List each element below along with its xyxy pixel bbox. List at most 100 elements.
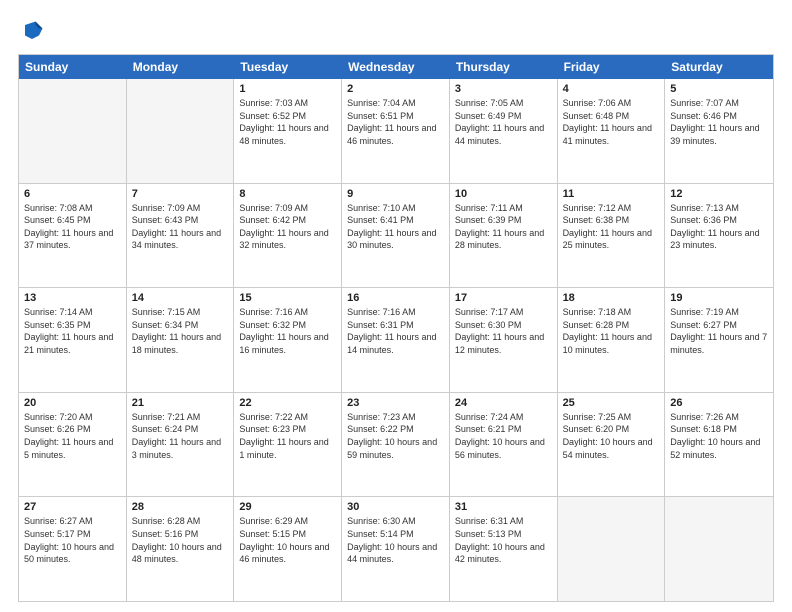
- day-info: Sunrise: 7:11 AM Sunset: 6:39 PM Dayligh…: [455, 202, 552, 252]
- weekday-header: Wednesday: [342, 55, 450, 79]
- day-number: 3: [455, 83, 552, 95]
- day-cell: 17 Sunrise: 7:17 AM Sunset: 6:30 PM Dayli…: [450, 288, 558, 392]
- day-info: Sunrise: 7:14 AM Sunset: 6:35 PM Dayligh…: [24, 306, 121, 356]
- day-number: 4: [563, 83, 660, 95]
- weekday-header: Thursday: [450, 55, 558, 79]
- day-number: 9: [347, 188, 444, 200]
- day-cell: 16 Sunrise: 7:16 AM Sunset: 6:31 PM Dayli…: [342, 288, 450, 392]
- day-number: 22: [239, 397, 336, 409]
- empty-cell: [19, 79, 127, 183]
- weekday-header: Monday: [127, 55, 235, 79]
- day-number: 29: [239, 501, 336, 513]
- day-cell: 19 Sunrise: 7:19 AM Sunset: 6:27 PM Dayli…: [665, 288, 773, 392]
- day-info: Sunrise: 7:15 AM Sunset: 6:34 PM Dayligh…: [132, 306, 229, 356]
- day-number: 21: [132, 397, 229, 409]
- day-info: Sunrise: 6:27 AM Sunset: 5:17 PM Dayligh…: [24, 515, 121, 565]
- day-number: 12: [670, 188, 768, 200]
- day-info: Sunrise: 7:18 AM Sunset: 6:28 PM Dayligh…: [563, 306, 660, 356]
- day-info: Sunrise: 7:20 AM Sunset: 6:26 PM Dayligh…: [24, 411, 121, 461]
- day-info: Sunrise: 7:12 AM Sunset: 6:38 PM Dayligh…: [563, 202, 660, 252]
- calendar-row: 1 Sunrise: 7:03 AM Sunset: 6:52 PM Daylig…: [19, 79, 773, 184]
- day-number: 14: [132, 292, 229, 304]
- day-info: Sunrise: 7:17 AM Sunset: 6:30 PM Dayligh…: [455, 306, 552, 356]
- day-number: 20: [24, 397, 121, 409]
- calendar-row: 13 Sunrise: 7:14 AM Sunset: 6:35 PM Dayli…: [19, 288, 773, 393]
- day-number: 7: [132, 188, 229, 200]
- day-number: 11: [563, 188, 660, 200]
- day-cell: 8Sunrise: 7:09 AM Sunset: 6:42 PM Daylig…: [234, 184, 342, 288]
- day-cell: 10 Sunrise: 7:11 AM Sunset: 6:39 PM Dayli…: [450, 184, 558, 288]
- day-cell: 25 Sunrise: 7:25 AM Sunset: 6:20 PM Dayli…: [558, 393, 666, 497]
- calendar: SundayMondayTuesdayWednesdayThursdayFrid…: [18, 54, 774, 602]
- day-cell: 29Sunrise: 6:29 AM Sunset: 5:15 PM Dayli…: [234, 497, 342, 601]
- day-number: 23: [347, 397, 444, 409]
- day-number: 18: [563, 292, 660, 304]
- logo: [18, 18, 50, 46]
- day-number: 6: [24, 188, 121, 200]
- day-info: Sunrise: 7:25 AM Sunset: 6:20 PM Dayligh…: [563, 411, 660, 461]
- day-cell: 15 Sunrise: 7:16 AM Sunset: 6:32 PM Dayli…: [234, 288, 342, 392]
- day-cell: 2Sunrise: 7:04 AM Sunset: 6:51 PM Daylig…: [342, 79, 450, 183]
- day-info: Sunrise: 7:16 AM Sunset: 6:32 PM Dayligh…: [239, 306, 336, 356]
- day-cell: 26Sunrise: 7:26 AM Sunset: 6:18 PM Dayli…: [665, 393, 773, 497]
- day-number: 31: [455, 501, 552, 513]
- day-info: Sunrise: 7:26 AM Sunset: 6:18 PM Dayligh…: [670, 411, 768, 461]
- day-cell: 4 Sunrise: 7:06 AM Sunset: 6:48 PM Daylig…: [558, 79, 666, 183]
- weekday-header: Saturday: [665, 55, 773, 79]
- day-cell: 27 Sunrise: 6:27 AM Sunset: 5:17 PM Dayli…: [19, 497, 127, 601]
- day-info: Sunrise: 6:30 AM Sunset: 5:14 PM Dayligh…: [347, 515, 444, 565]
- day-cell: 21 Sunrise: 7:21 AM Sunset: 6:24 PM Dayli…: [127, 393, 235, 497]
- day-cell: 13 Sunrise: 7:14 AM Sunset: 6:35 PM Dayli…: [19, 288, 127, 392]
- day-number: 1: [239, 83, 336, 95]
- day-number: 17: [455, 292, 552, 304]
- empty-cell: [127, 79, 235, 183]
- day-cell: 30 Sunrise: 6:30 AM Sunset: 5:14 PM Dayli…: [342, 497, 450, 601]
- day-number: 8: [239, 188, 336, 200]
- calendar-header: SundayMondayTuesdayWednesdayThursdayFrid…: [19, 55, 773, 79]
- day-cell: 6 Sunrise: 7:08 AM Sunset: 6:45 PM Daylig…: [19, 184, 127, 288]
- day-cell: 24Sunrise: 7:24 AM Sunset: 6:21 PM Dayli…: [450, 393, 558, 497]
- day-info: Sunrise: 7:21 AM Sunset: 6:24 PM Dayligh…: [132, 411, 229, 461]
- day-info: Sunrise: 7:23 AM Sunset: 6:22 PM Dayligh…: [347, 411, 444, 461]
- day-number: 5: [670, 83, 768, 95]
- calendar-row: 27 Sunrise: 6:27 AM Sunset: 5:17 PM Dayli…: [19, 497, 773, 601]
- day-number: 30: [347, 501, 444, 513]
- weekday-header: Tuesday: [234, 55, 342, 79]
- day-info: Sunrise: 7:16 AM Sunset: 6:31 PM Dayligh…: [347, 306, 444, 356]
- header: [18, 18, 774, 46]
- day-cell: 3 Sunrise: 7:05 AM Sunset: 6:49 PM Daylig…: [450, 79, 558, 183]
- day-cell: 12 Sunrise: 7:13 AM Sunset: 6:36 PM Dayli…: [665, 184, 773, 288]
- day-number: 15: [239, 292, 336, 304]
- day-info: Sunrise: 7:07 AM Sunset: 6:46 PM Dayligh…: [670, 97, 768, 147]
- day-info: Sunrise: 7:03 AM Sunset: 6:52 PM Dayligh…: [239, 97, 336, 147]
- day-cell: 28Sunrise: 6:28 AM Sunset: 5:16 PM Dayli…: [127, 497, 235, 601]
- day-info: Sunrise: 7:06 AM Sunset: 6:48 PM Dayligh…: [563, 97, 660, 147]
- day-info: Sunrise: 7:09 AM Sunset: 6:43 PM Dayligh…: [132, 202, 229, 252]
- weekday-header: Friday: [558, 55, 666, 79]
- day-info: Sunrise: 7:24 AM Sunset: 6:21 PM Dayligh…: [455, 411, 552, 461]
- day-info: Sunrise: 6:28 AM Sunset: 5:16 PM Dayligh…: [132, 515, 229, 565]
- day-number: 10: [455, 188, 552, 200]
- day-number: 25: [563, 397, 660, 409]
- day-info: Sunrise: 6:31 AM Sunset: 5:13 PM Dayligh…: [455, 515, 552, 565]
- day-info: Sunrise: 7:10 AM Sunset: 6:41 PM Dayligh…: [347, 202, 444, 252]
- day-info: Sunrise: 7:19 AM Sunset: 6:27 PM Dayligh…: [670, 306, 768, 356]
- day-info: Sunrise: 7:13 AM Sunset: 6:36 PM Dayligh…: [670, 202, 768, 252]
- day-number: 13: [24, 292, 121, 304]
- day-cell: 20 Sunrise: 7:20 AM Sunset: 6:26 PM Dayli…: [19, 393, 127, 497]
- day-cell: 18 Sunrise: 7:18 AM Sunset: 6:28 PM Dayli…: [558, 288, 666, 392]
- day-cell: 22Sunrise: 7:22 AM Sunset: 6:23 PM Dayli…: [234, 393, 342, 497]
- day-info: Sunrise: 7:08 AM Sunset: 6:45 PM Dayligh…: [24, 202, 121, 252]
- day-cell: 1 Sunrise: 7:03 AM Sunset: 6:52 PM Daylig…: [234, 79, 342, 183]
- calendar-body: 1 Sunrise: 7:03 AM Sunset: 6:52 PM Daylig…: [19, 79, 773, 601]
- day-number: 27: [24, 501, 121, 513]
- calendar-row: 6 Sunrise: 7:08 AM Sunset: 6:45 PM Daylig…: [19, 184, 773, 289]
- day-number: 19: [670, 292, 768, 304]
- day-number: 2: [347, 83, 444, 95]
- day-info: Sunrise: 7:05 AM Sunset: 6:49 PM Dayligh…: [455, 97, 552, 147]
- day-number: 16: [347, 292, 444, 304]
- empty-cell: [665, 497, 773, 601]
- day-cell: 9 Sunrise: 7:10 AM Sunset: 6:41 PM Daylig…: [342, 184, 450, 288]
- generalblue-logo-icon: [18, 18, 46, 46]
- page: SundayMondayTuesdayWednesdayThursdayFrid…: [0, 0, 792, 612]
